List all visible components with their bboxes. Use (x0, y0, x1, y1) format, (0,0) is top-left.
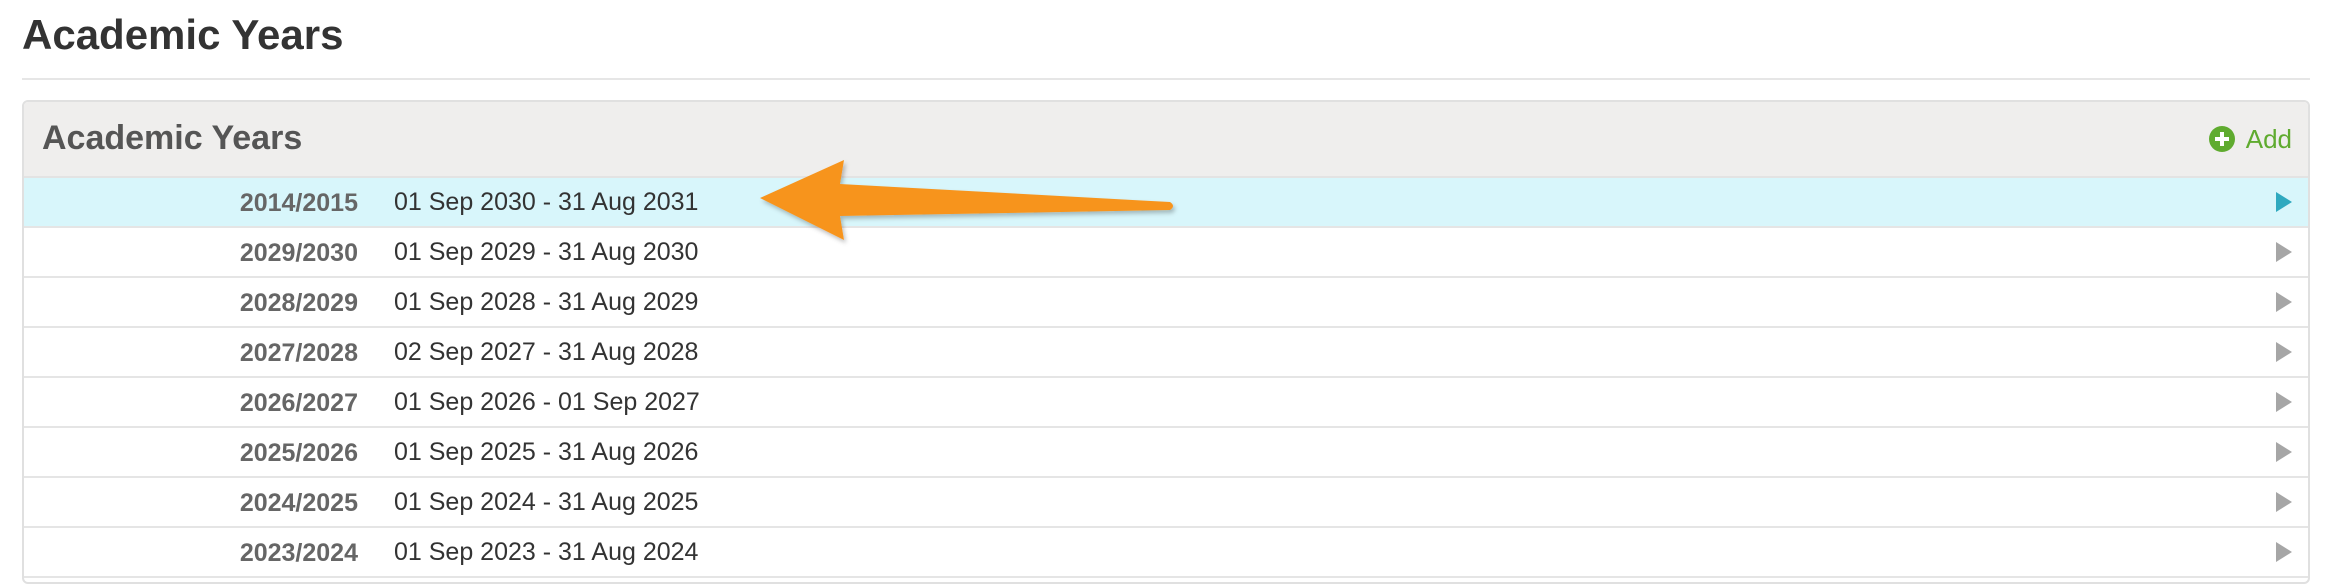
plus-circle-icon (2208, 126, 2235, 152)
add-button[interactable]: Add (2208, 122, 2292, 156)
date-range: 01 Sep 2024 - 31 Aug 2025 (394, 488, 699, 516)
year-label: 2026/2027 (239, 389, 358, 417)
list-item[interactable]: 2027/2028 02 Sep 2027 - 31 Aug 2028 (24, 328, 2308, 378)
date-range: 01 Sep 2026 - 01 Sep 2027 (394, 388, 700, 416)
list-item[interactable]: 2029/2030 01 Sep 2029 - 31 Aug 2030 (24, 228, 2308, 278)
list-item[interactable]: 2025/2026 01 Sep 2025 - 31 Aug 2026 (24, 428, 2308, 478)
date-range: 02 Sep 2027 - 31 Aug 2028 (394, 338, 699, 366)
chevron-right-icon (2276, 192, 2292, 212)
year-label: 2024/2025 (239, 489, 358, 517)
year-label: 2027/2028 (239, 339, 358, 367)
chevron-right-icon (2276, 242, 2292, 262)
add-label: Add (2245, 124, 2292, 154)
date-range: 01 Sep 2023 - 31 Aug 2024 (394, 538, 699, 566)
chevron-right-icon (2276, 392, 2292, 412)
date-range: 01 Sep 2029 - 31 Aug 2030 (394, 238, 699, 266)
list-item[interactable]: 2024/2025 01 Sep 2024 - 31 Aug 2025 (24, 478, 2308, 528)
chevron-right-icon (2276, 292, 2292, 312)
year-label: 2029/2030 (239, 239, 358, 267)
year-label: 2028/2029 (239, 289, 358, 317)
panel-title: Academic Years (42, 119, 303, 157)
academic-years-list: 2014/2015 01 Sep 2030 - 31 Aug 2031 2029… (24, 178, 2308, 578)
panel-header: Academic Years Add (24, 102, 2308, 178)
date-range: 01 Sep 2028 - 31 Aug 2029 (394, 288, 699, 316)
list-item[interactable]: 2028/2029 01 Sep 2028 - 31 Aug 2029 (24, 278, 2308, 328)
title-divider (22, 78, 2310, 80)
year-label: 2023/2024 (239, 539, 358, 567)
list-item[interactable]: 2026/2027 01 Sep 2026 - 01 Sep 2027 (24, 378, 2308, 428)
chevron-right-icon (2276, 492, 2292, 512)
chevron-right-icon (2276, 542, 2292, 562)
list-item[interactable]: 2023/2024 01 Sep 2023 - 31 Aug 2024 (24, 528, 2308, 578)
date-range: 01 Sep 2025 - 31 Aug 2026 (394, 438, 699, 466)
chevron-right-icon (2276, 442, 2292, 462)
date-range: 01 Sep 2030 - 31 Aug 2031 (394, 188, 699, 216)
chevron-right-icon (2276, 342, 2292, 362)
year-label: 2025/2026 (239, 439, 358, 467)
year-label: 2014/2015 (239, 189, 358, 217)
page-title: Academic Years (22, 11, 344, 58)
academic-years-panel: Academic Years Add 2014/2015 01 Sep 2030… (22, 100, 2310, 584)
list-item[interactable]: 2014/2015 01 Sep 2030 - 31 Aug 2031 (24, 178, 2308, 228)
